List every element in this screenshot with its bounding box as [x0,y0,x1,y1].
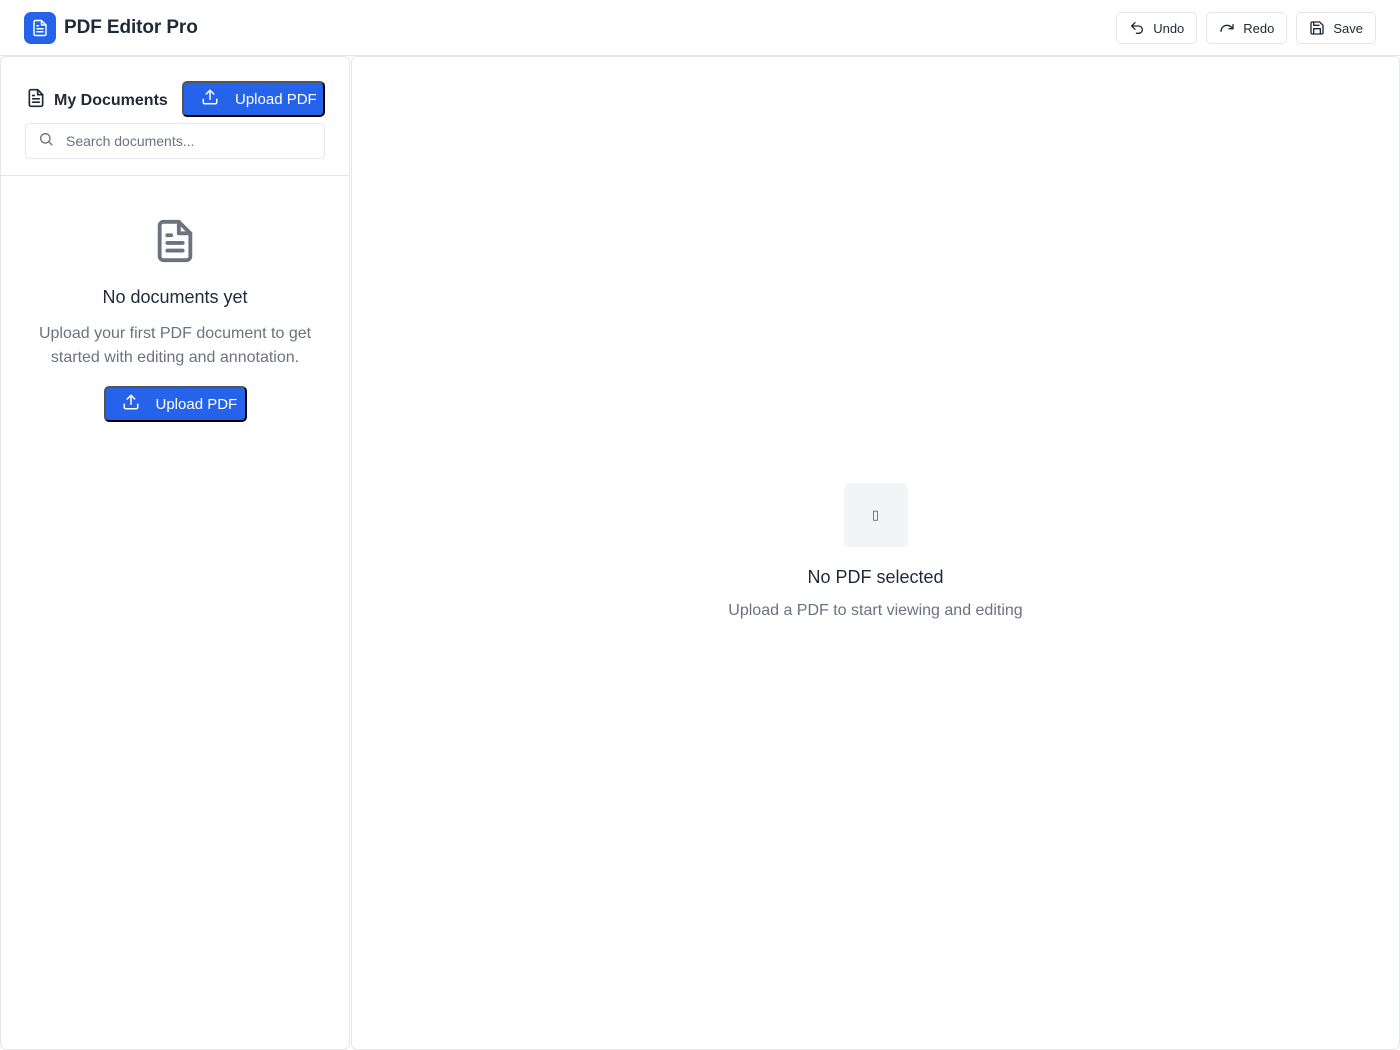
empty-upload-pdf-button[interactable]: Upload PDF [103,386,247,422]
viewer-empty-title: No PDF selected [807,567,944,587]
documents-empty-state: No documents yet Upload your first PDF d… [1,217,349,422]
viewer-empty-state: ▯ No PDF selected Upload a PDF to start … [352,483,1399,620]
save-label: Save [1333,20,1363,36]
upload-pdf-button[interactable]: Upload PDF [182,81,325,117]
file-text-icon [26,88,46,113]
redo-label: Redo [1243,20,1275,36]
sidebar-title-text: My Documents [54,91,168,109]
app-title: PDF Editor Pro [64,17,198,38]
app-header: PDF Editor Pro Undo Redo Save [0,0,1400,56]
app-logo-icon [24,12,56,44]
pdf-placeholder-icon: ▯ [843,483,908,547]
undo-label: Undo [1153,20,1185,36]
redo-button[interactable]: Redo [1206,12,1288,44]
upload-icon [122,393,140,415]
pdf-viewer: ▯ No PDF selected Upload a PDF to start … [351,56,1400,1050]
document-icon [1,217,349,265]
sidebar-header: My Documents Upload PDF [1,57,349,176]
empty-documents-title: No documents yet [102,287,248,307]
save-icon [1309,20,1325,36]
sidebar-title: My Documents [26,88,168,113]
search-box [25,123,325,159]
undo-icon [1129,20,1145,36]
toolbar: Undo Redo Save [1116,12,1376,44]
brand: PDF Editor Pro [24,12,198,44]
undo-button[interactable]: Undo [1116,12,1198,44]
empty-upload-pdf-label: Upload PDF [155,395,238,413]
documents-sidebar: My Documents Upload PDF Search documents… [0,56,350,1050]
save-button[interactable]: Save [1296,12,1376,44]
search-input[interactable] [66,133,306,149]
redo-icon [1219,20,1235,36]
empty-documents-text: Upload your first PDF document to get st… [38,325,312,366]
upload-icon [201,88,219,110]
upload-pdf-label: Upload PDF [235,90,317,108]
search-icon [38,131,54,152]
viewer-empty-text: Upload a PDF to start viewing and editin… [728,602,1023,619]
